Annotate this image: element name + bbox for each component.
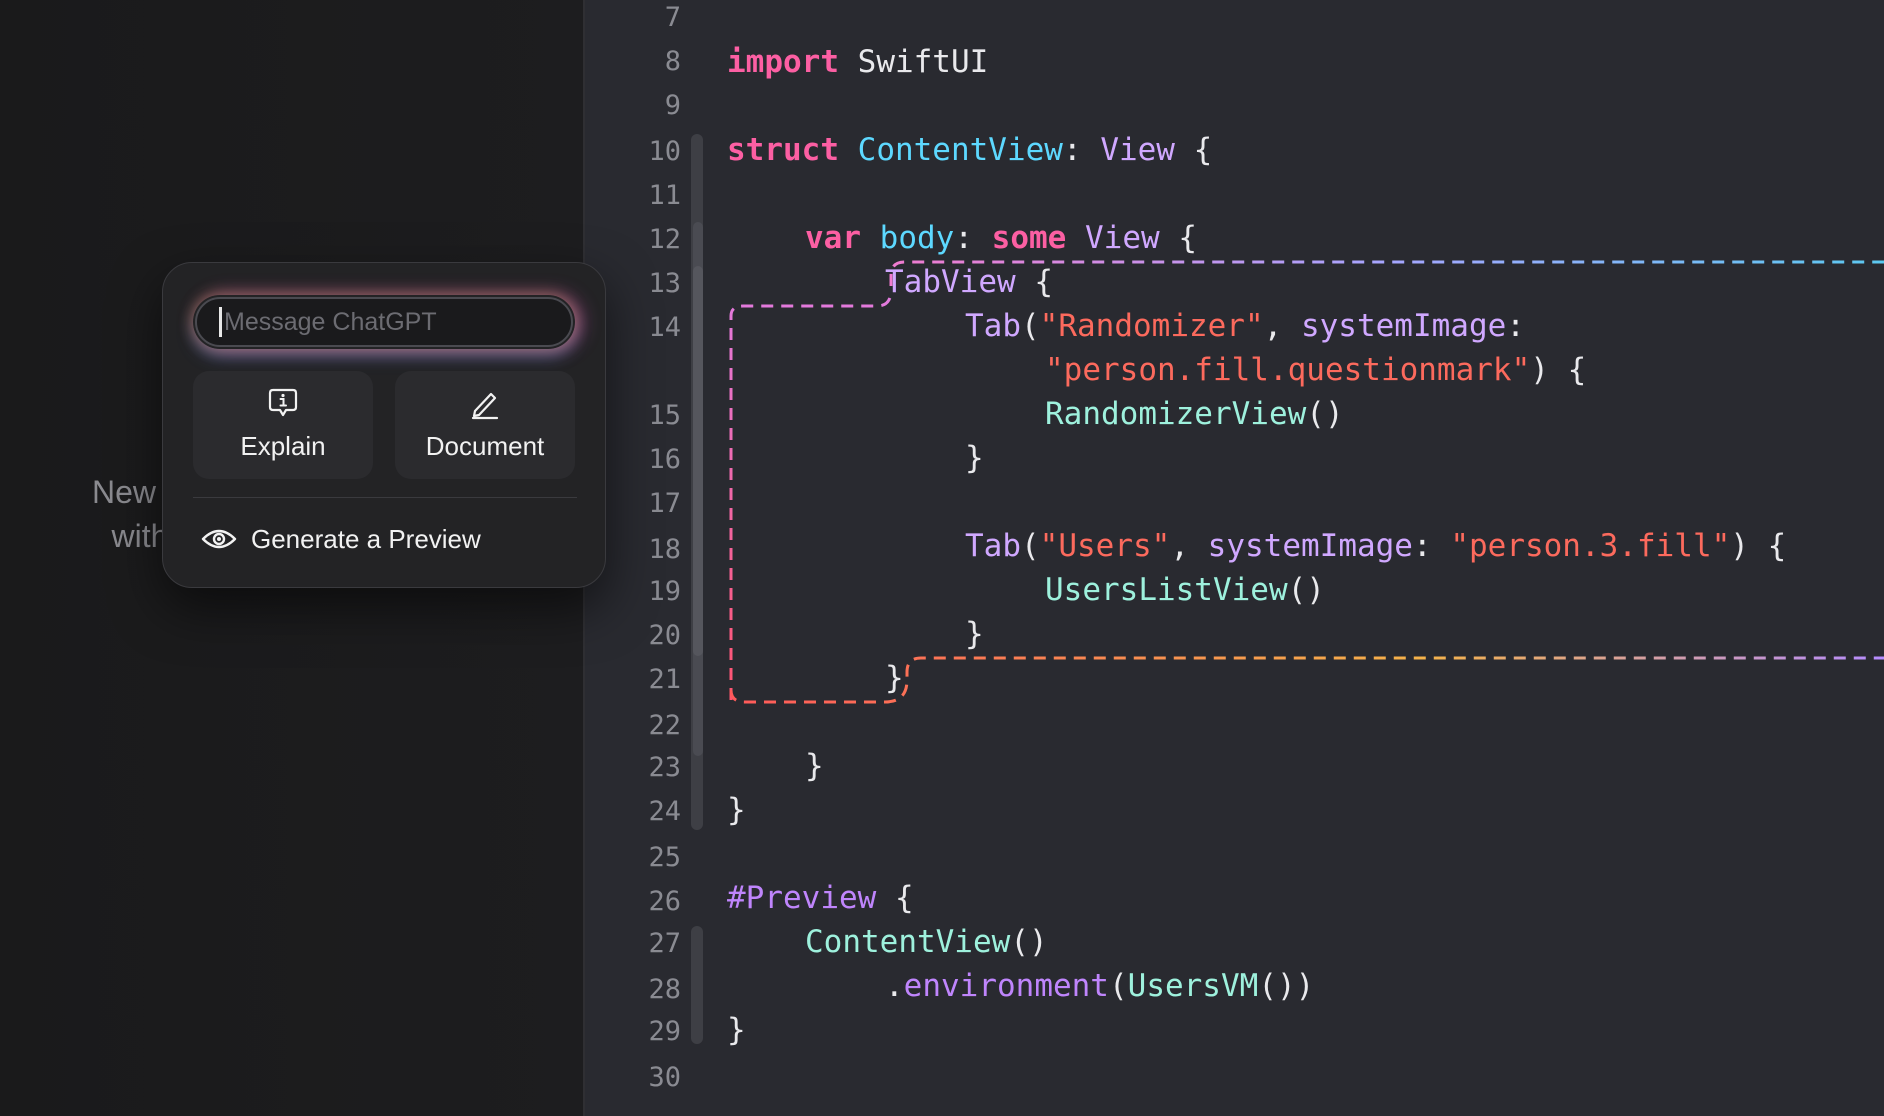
code-line-21: } [885, 660, 904, 696]
popup-divider [193, 497, 577, 498]
code-line-27: ContentView() [805, 924, 1048, 960]
code-line-14: Tab("Randomizer", systemImage: [965, 308, 1525, 344]
code-line-15: RandomizerView() [1045, 396, 1344, 432]
message-chatgpt-input[interactable] [224, 307, 544, 337]
info-bubble-icon [268, 388, 298, 417]
code-line-8: import SwiftUI [727, 44, 989, 80]
code-line-20: } [965, 616, 984, 652]
code-line-26: #Preview { [727, 880, 914, 916]
code-line-14-continued: "person.fill.questionmark") { [1045, 352, 1587, 388]
code-line-23: } [805, 748, 824, 784]
code-line-24: } [727, 792, 746, 828]
chatgpt-popup: Explain Document Generate a Preview [162, 262, 606, 588]
generate-preview-button[interactable]: Generate a Preview [193, 511, 577, 567]
text-caret [219, 307, 222, 337]
explain-label: Explain [240, 431, 326, 461]
document-label: Document [425, 431, 545, 461]
explain-button[interactable]: Explain [193, 371, 373, 479]
code-line-18: Tab("Users", systemImage: "person.3.fill… [965, 528, 1787, 564]
message-input-container[interactable] [195, 297, 573, 347]
code-line-16: } [965, 440, 984, 476]
code-line-10: struct ContentView: View { [727, 132, 1213, 168]
document-button[interactable]: Document [395, 371, 575, 479]
code-line-19: UsersListView() [1045, 572, 1325, 608]
eye-icon [201, 529, 237, 549]
code-line-28: .environment(UsersVM()) [885, 968, 1315, 1004]
code-line-12: var body: some View { [805, 220, 1197, 256]
generate-preview-label: Generate a Preview [251, 523, 481, 554]
pen-icon [471, 392, 499, 420]
code-editor[interactable]: 7 8 9 10 11 12 13 14 15 16 17 18 19 20 2… [585, 0, 1884, 1116]
code-line-13: TabView { [885, 264, 1053, 300]
code-line-29: } [727, 1012, 746, 1048]
